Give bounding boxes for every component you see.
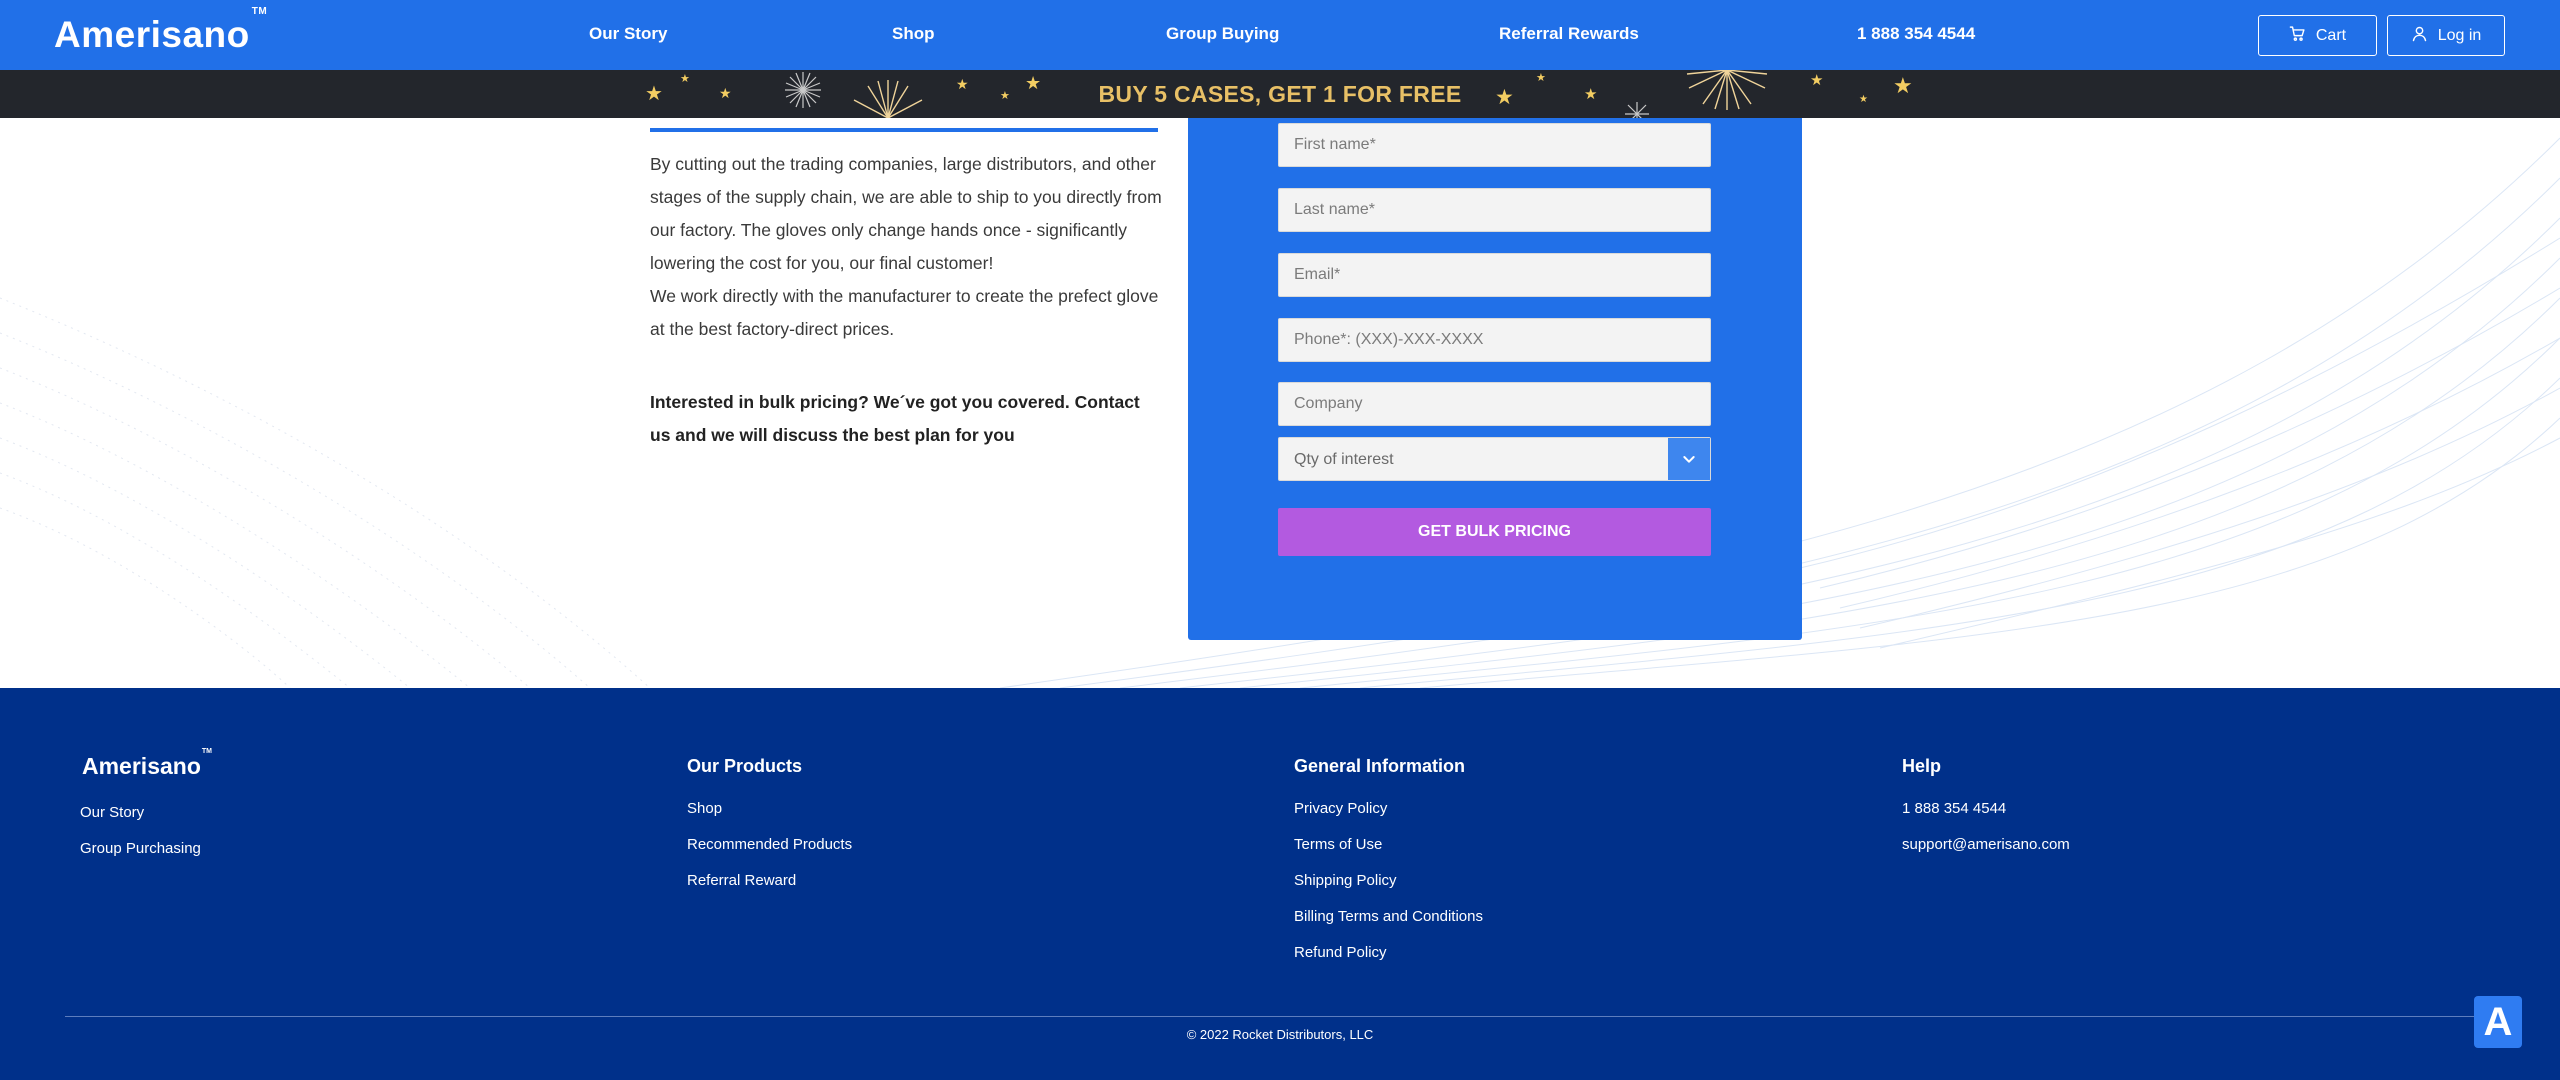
nav-our-story[interactable]: Our Story — [589, 24, 667, 44]
cart-label: Cart — [2315, 26, 2347, 44]
nav-referral-rewards[interactable]: Referral Rewards — [1499, 24, 1639, 44]
accessibility-widget-button[interactable]: A — [2474, 996, 2522, 1048]
footer-link-referral-reward[interactable]: Referral Reward — [687, 872, 796, 889]
promo-banner[interactable]: ★ ★ ★ ★ ★ ★ ★ ★ ★ ★ ★ ★ BUY 5 CASES, GET… — [0, 70, 2560, 118]
cart-icon — [2289, 25, 2306, 47]
footer-link-privacy-policy[interactable]: Privacy Policy — [1294, 800, 1387, 817]
get-bulk-pricing-button[interactable]: GET BULK PRICING — [1278, 508, 1711, 556]
footer-link-our-story[interactable]: Our Story — [80, 804, 144, 821]
company-input[interactable] — [1278, 382, 1711, 426]
main-content: By cutting out the trading companies, la… — [0, 118, 2560, 688]
qty-select-label: Qty of interest — [1294, 451, 1394, 468]
intro-copy: By cutting out the trading companies, la… — [650, 148, 1162, 346]
footer-brand-logo[interactable]: AmerisanoTM — [82, 748, 212, 780]
brand-name[interactable]: Amerisano — [54, 14, 250, 55]
footer-copyright: © 2022 Rocket Distributors, LLC — [1186, 1027, 1374, 1042]
bulk-pricing-callout: Interested in bulk pricing? We´ve got yo… — [650, 392, 1140, 445]
chevron-down-icon[interactable] — [1668, 438, 1710, 480]
footer-heading-help: Help — [1902, 756, 1942, 776]
footer-divider — [65, 1016, 2495, 1017]
first-name-input[interactable] — [1278, 123, 1711, 167]
nav-group-buying[interactable]: Group Buying — [1166, 24, 1279, 44]
phone-input[interactable] — [1278, 318, 1711, 362]
footer-link-terms-of-use[interactable]: Terms of Use — [1294, 836, 1382, 853]
section-accent-line — [650, 128, 1158, 132]
footer-link-shop[interactable]: Shop — [687, 800, 722, 817]
nav-shop[interactable]: Shop — [892, 24, 935, 44]
login-button[interactable]: Log in — [2387, 15, 2505, 56]
footer-heading-our-products: Our Products — [687, 756, 803, 776]
email-input[interactable] — [1278, 253, 1711, 297]
cart-button[interactable]: Cart — [2258, 15, 2377, 56]
brand-logo[interactable]: AmerisanoTM — [54, 6, 267, 56]
footer-link-support-email[interactable]: support@amerisano.com — [1902, 836, 2070, 853]
brand-trademark: TM — [251, 5, 268, 17]
last-name-input[interactable] — [1278, 188, 1711, 232]
user-icon — [2411, 25, 2428, 47]
top-navigation-bar: AmerisanoTM Our Story Shop Group Buying … — [0, 0, 2560, 70]
qty-of-interest-select[interactable]: Qty of interest — [1278, 437, 1711, 481]
intro-paragraph-1: By cutting out the trading companies, la… — [650, 154, 1162, 273]
footer-link-recommended-products[interactable]: Recommended Products — [687, 836, 852, 853]
footer-brand-trademark: TM — [201, 748, 212, 756]
footer-brand-name[interactable]: Amerisano — [82, 753, 201, 779]
bulk-pricing-form: Qty of interest GET BULK PRICING — [1188, 118, 1802, 640]
footer-link-group-purchasing[interactable]: Group Purchasing — [80, 840, 201, 857]
intro-paragraph-2: We work directly with the manufacturer t… — [650, 286, 1159, 339]
footer-link-phone[interactable]: 1 888 354 4544 — [1902, 800, 2006, 817]
footer-heading-general-information: General Information — [1294, 756, 1466, 776]
site-footer: AmerisanoTM Our Story Group Purchasing O… — [0, 688, 2560, 1080]
footer-link-billing-terms[interactable]: Billing Terms and Conditions — [1294, 908, 1483, 925]
footer-link-refund-policy[interactable]: Refund Policy — [1294, 944, 1387, 961]
footer-link-shipping-policy[interactable]: Shipping Policy — [1294, 872, 1397, 889]
promo-text: BUY 5 CASES, GET 1 FOR FREE — [1098, 81, 1462, 107]
login-label: Log in — [2437, 26, 2482, 44]
nav-phone-number[interactable]: 1 888 354 4544 — [1857, 24, 1975, 44]
